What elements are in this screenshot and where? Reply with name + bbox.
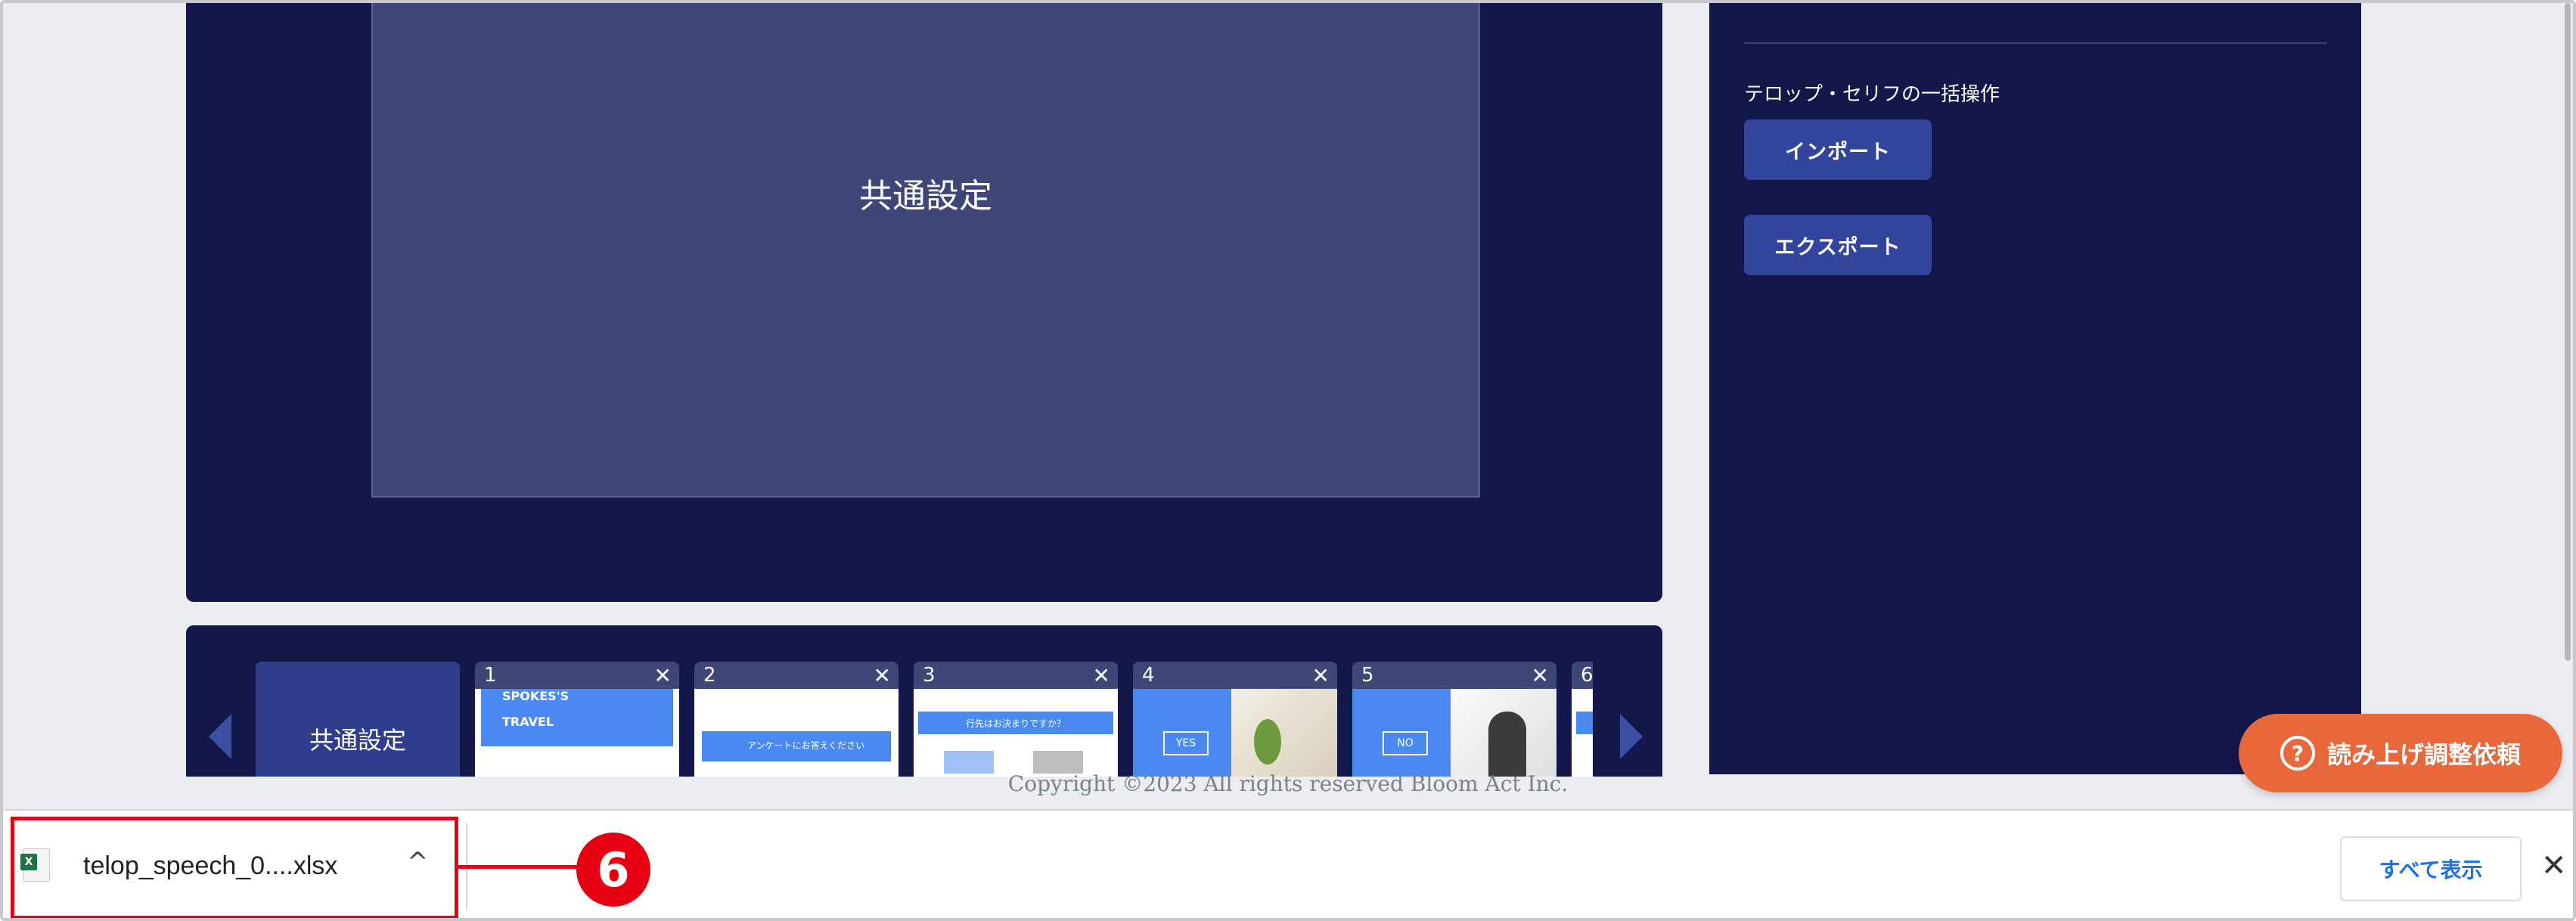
common-settings-label: 共通設定: [309, 726, 406, 755]
scene-thumb-image: 行先はお決まりですか？: [914, 689, 1118, 777]
close-icon[interactable]: ✕: [654, 663, 672, 688]
settings-panel: テロップ・セリフの一括操作 インポート エクスポート: [1709, 3, 2361, 774]
scene-thumb-image: [1572, 689, 1593, 777]
scene-thumb-4[interactable]: 4 ✕ YES: [1133, 662, 1337, 777]
scene-strip: 共通設定 1 ✕ SPOKES'S TRAVEL 2 ✕ アンケートにお答えください …: [186, 625, 1662, 777]
thumb-text: SPOKES'S: [502, 689, 570, 703]
thumb-text: 行先はお決まりですか？: [918, 712, 1113, 734]
thumb-text: TRAVEL: [502, 715, 554, 729]
yes-badge: YES: [1163, 731, 1209, 755]
fab-label: 読み上げ調整依頼: [2326, 740, 2521, 769]
close-icon[interactable]: ✕: [1312, 663, 1330, 688]
close-icon[interactable]: ✕: [2541, 848, 2567, 883]
scene-thumbnails: 共通設定 1 ✕ SPOKES'S TRAVEL 2 ✕ アンケートにお答えください …: [256, 662, 1593, 777]
reading-adjustment-request-button[interactable]: ? 読み上げ調整依頼: [2239, 714, 2562, 792]
callout-highlight-box: [11, 817, 458, 918]
thumb-text: アンケートにお答えください: [747, 740, 865, 751]
scene-thumb-image: アンケートにお答えください: [694, 689, 898, 777]
scene-thumb-image: NO: [1352, 689, 1556, 777]
help-icon: ?: [2280, 736, 2315, 771]
scene-thumb-5[interactable]: 5 ✕ NO: [1352, 662, 1556, 777]
scene-number: 3: [923, 664, 936, 687]
scene-thumb-1[interactable]: 1 ✕ SPOKES'S TRAVEL: [475, 662, 679, 777]
scene-number: 1: [484, 664, 497, 687]
close-icon[interactable]: ✕: [1093, 663, 1110, 688]
callout-number-badge: 6: [576, 833, 650, 907]
editor-page: 共通設定 共通設定 1 ✕ SPOKES'S TRAVEL 2 ✕ アンケートに…: [3, 3, 2573, 796]
import-button[interactable]: インポート: [1744, 119, 1932, 180]
show-all-button[interactable]: すべて表示: [2340, 836, 2522, 901]
scene-number: 6: [1581, 664, 1593, 687]
common-settings-thumb[interactable]: 共通設定: [256, 662, 460, 777]
preview-title: 共通設定: [859, 177, 992, 216]
scene-thumb-2[interactable]: 2 ✕ アンケートにお答えください: [694, 662, 898, 777]
export-button[interactable]: エクスポート: [1744, 215, 1932, 275]
bulk-operations-label: テロップ・セリフの一括操作: [1744, 83, 2000, 106]
no-badge: NO: [1383, 731, 1428, 755]
scene-number: 5: [1361, 664, 1374, 687]
scene-thumb-image: SPOKES'S TRAVEL: [475, 689, 679, 777]
divider: [1744, 42, 2326, 44]
scene-thumb-3[interactable]: 3 ✕ 行先はお決まりですか？: [914, 662, 1118, 777]
close-icon[interactable]: ✕: [874, 663, 891, 688]
strip-next-arrow-icon[interactable]: [1620, 714, 1643, 759]
close-icon[interactable]: ✕: [1532, 663, 1549, 688]
scene-thumb-6[interactable]: 6: [1572, 662, 1593, 777]
copyright-text: Copyright ©2023 All rights reserved Bloo…: [1007, 771, 1569, 796]
browser-frame: 共通設定 共通設定 1 ✕ SPOKES'S TRAVEL 2 ✕ アンケートに…: [0, 0, 2576, 921]
scene-thumb-image: YES: [1133, 689, 1337, 777]
strip-prev-arrow-icon[interactable]: [209, 714, 231, 759]
preview-canvas[interactable]: 共通設定: [371, 3, 1480, 498]
scene-number: 2: [703, 664, 716, 687]
preview-panel: 共通設定: [186, 3, 1662, 602]
callout-line: [458, 865, 579, 869]
scrollbar[interactable]: [2562, 3, 2573, 668]
scene-number: 4: [1142, 664, 1155, 687]
